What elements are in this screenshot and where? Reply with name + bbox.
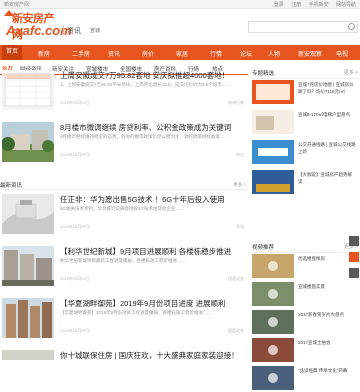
topic-thumbnail[interactable]	[252, 170, 294, 194]
article-summary: 5G相关技术专利，华为最近说愿意授权5G技术给其他企业……	[60, 206, 185, 211]
article-title[interactable]: 任正非：华为愿出售5G技术 ！6G十年后投入使用	[60, 194, 246, 205]
article-item[interactable]: 【华夏湖畔御苑】2019年9月份项目进度 进展顺利 【华夏湖畔御苑】2019年9…	[2, 298, 246, 342]
article-thumbnail[interactable]	[2, 122, 54, 162]
topic-item[interactable]: 宣城8-120㎡电梯户型盘点	[252, 110, 358, 136]
nav-people[interactable]: 人物	[268, 49, 280, 58]
topic-thumbnail[interactable]	[252, 140, 294, 164]
video-title-text[interactable]: 2017新春贺岁片大盘点	[298, 312, 356, 319]
article-tag[interactable]: 楼盘动态	[228, 328, 244, 334]
article-date: 2019年09月07日	[60, 100, 90, 105]
video-thumbnail[interactable]	[252, 338, 294, 362]
article-date: 2019年09月07日	[60, 328, 90, 333]
logo[interactable]: 新安房产网 Axafc.com	[4, 9, 72, 43]
article-tag[interactable]: 城市行情	[228, 100, 244, 106]
article-thumbnail[interactable]	[2, 350, 54, 360]
video-title: 视频推荐	[252, 245, 275, 251]
article-title[interactable]: 8月楼市微调继续 房贷利率、公积金政策成为关键词	[60, 122, 246, 133]
video-item[interactable]: “品读经典 传承文化”开幕	[252, 366, 358, 392]
video-thumbnail[interactable]	[252, 310, 294, 334]
mobile-link[interactable]: 手机新安	[309, 2, 329, 8]
float-share-button[interactable]	[349, 252, 359, 262]
video-item[interactable]: 2017宣城土拍会	[252, 338, 358, 364]
topic-title-text[interactable]: 宣城8-120㎡电梯户型盘点	[298, 112, 356, 119]
topic-thumbnail[interactable]	[252, 80, 294, 104]
video-item[interactable]: 优选楼盘探房	[252, 254, 358, 280]
article-thumbnail[interactable]	[2, 194, 54, 234]
city-switch[interactable]: 宣城	[90, 27, 100, 34]
nav-news[interactable]: 资讯	[108, 49, 120, 58]
section-title: 最新资讯	[0, 183, 23, 189]
article-item[interactable]: 任正非：华为愿出售5G技术 ！6G十年后投入使用 5G相关技术专利，华为最近说愿…	[2, 194, 246, 238]
article-summary: 利华世纪新城项目最新工程进度播报，各楼栋施工稳步推进……	[60, 258, 186, 263]
video-thumbnail[interactable]	[252, 282, 294, 306]
topic-title-text[interactable]: 公交开通线路 | 宣城公交线路上新	[298, 142, 356, 155]
float-top-button[interactable]	[349, 268, 359, 278]
topic-title-text[interactable]: 宣城7月房价地图 | 宣城房价跌了吗？均价7116元/㎡	[298, 82, 356, 95]
nav-tv[interactable]: 电视	[336, 49, 348, 58]
nav-forum[interactable]: 论坛	[240, 49, 252, 58]
video-title-text[interactable]: 优选楼盘探房	[298, 256, 356, 263]
video-thumbnail[interactable]	[252, 254, 294, 278]
nav-home-deco[interactable]: 家居	[176, 49, 188, 58]
article-summary: 8月楼市继续维持稳定的态势，各地的楼市政策仍然以稳为主，调控政策继续收紧……	[60, 134, 229, 139]
register-link[interactable]: 注册	[291, 2, 301, 8]
nav-home[interactable]: 首页	[2, 45, 23, 60]
article-date: 2019年09月07日	[60, 276, 90, 281]
article-tag[interactable]: 资讯	[236, 224, 244, 230]
search-input[interactable]	[248, 21, 358, 33]
article-summary: 1、上周安徽成交7万95.82平米地块，上周环比增长13.8，成交均价约为9.5…	[60, 82, 231, 87]
nav-secondhand[interactable]: 二手房	[72, 49, 90, 58]
article-summary: 【华夏湖畔御苑】2019年9月份项目工程进度播报，各楼栋施工稳步推进……	[60, 310, 213, 315]
article-date: 2019年09月07日	[60, 224, 90, 229]
video-title-text[interactable]: “品读经典 传承文化”开幕	[298, 368, 356, 375]
nav-newhouse[interactable]: 新房	[38, 49, 50, 58]
topic-thumbnail[interactable]	[252, 110, 294, 134]
article-item[interactable]: 【利华世纪新城】9月项目进展顺利 各楼栋稳步推进 利华世纪新城项目最新工程进度播…	[2, 246, 246, 290]
video-item[interactable]: 2017新春贺岁片大盘点	[252, 310, 358, 336]
main-nav: 首页 新房 二手房 资讯 房价 家居 行情 论坛 人物 新安观察 电视	[0, 45, 360, 60]
top-bar-left[interactable]: 新安房产网	[4, 1, 29, 8]
article-item[interactable]: 你十城联保住房 | 国庆狂欢，十大盛典家庭家装迎接！	[2, 350, 246, 360]
article-item[interactable]: 上周安徽成交7万95.82套地 安庆拟推超4000套地！ 1、上周安徽成交7万9…	[2, 70, 246, 114]
nav-market[interactable]: 行情	[210, 49, 222, 58]
channel-name: 资讯	[67, 28, 81, 35]
article-title[interactable]: 【华夏湖畔御苑】2019年9月份项目进度 进展顺利	[60, 298, 246, 309]
topic-item[interactable]: 宣城7月房价地图 | 宣城房价跌了吗？均价7116元/㎡	[252, 80, 358, 106]
article-title[interactable]: 【利华世纪新城】9月项目进展顺利 各楼栋稳步推进	[60, 246, 246, 257]
video-header: 视频推荐 更多 >	[252, 242, 358, 253]
topic-header: 专题精选 更多 >	[252, 68, 358, 79]
topic-title: 专题精选	[252, 71, 275, 77]
video-thumbnail[interactable]	[252, 366, 294, 390]
video-title-text[interactable]: 2017宣城土拍会	[298, 340, 356, 347]
topic-more-link[interactable]: 更多 >	[344, 69, 358, 76]
article-tag[interactable]: 热点	[236, 152, 244, 158]
video-item[interactable]: 宣城楼盘实景	[252, 282, 358, 308]
article-thumbnail[interactable]	[2, 298, 54, 338]
article-thumbnail[interactable]	[2, 70, 54, 110]
article-item[interactable]: 8月楼市微调继续 房贷利率、公积金政策成为关键词 8月楼市继续维持稳定的态势，各…	[2, 122, 246, 166]
top-bar-links: 登录 注册 手机新安 网站导航	[268, 1, 356, 8]
article-title[interactable]: 你十城联保住房 | 国庆狂欢，十大盛典家庭家装迎接！	[60, 350, 246, 361]
logo-domain: Axafc.com	[6, 23, 72, 38]
topic-item[interactable]: 【大咖说】宣城房产趋势解读	[252, 170, 358, 196]
article-thumbnail[interactable]	[2, 246, 54, 286]
section-more-link[interactable]: 更多 >	[233, 182, 246, 188]
video-title-text[interactable]: 宣城楼盘实景	[298, 284, 356, 291]
article-title[interactable]: 上周安徽成交7万95.82套地 安庆拟推超4000套地！	[60, 70, 246, 81]
search-icon[interactable]	[348, 23, 355, 30]
article-tag[interactable]: 楼盘动态	[228, 276, 244, 282]
nav-price[interactable]: 房价	[142, 49, 154, 58]
section-header: 最新资讯 更多 >	[0, 180, 248, 190]
topic-title-text[interactable]: 【大咖说】宣城房产趋势解读	[298, 172, 356, 185]
topic-item[interactable]: 公交开通线路 | 宣城公交线路上新	[252, 140, 358, 166]
divider	[63, 25, 64, 35]
login-link[interactable]: 登录	[274, 2, 284, 8]
nav-observe[interactable]: 新安观察	[298, 49, 322, 58]
header: 新安房产网 Axafc.com 资讯 宣城	[0, 9, 360, 45]
article-date: 2019年09月07日	[60, 152, 90, 157]
sitemap-link[interactable]: 网站导航	[336, 2, 356, 8]
top-bar: 新安房产网 登录 注册 手机新安 网站导航	[0, 0, 360, 9]
float-up-button[interactable]	[349, 236, 359, 246]
